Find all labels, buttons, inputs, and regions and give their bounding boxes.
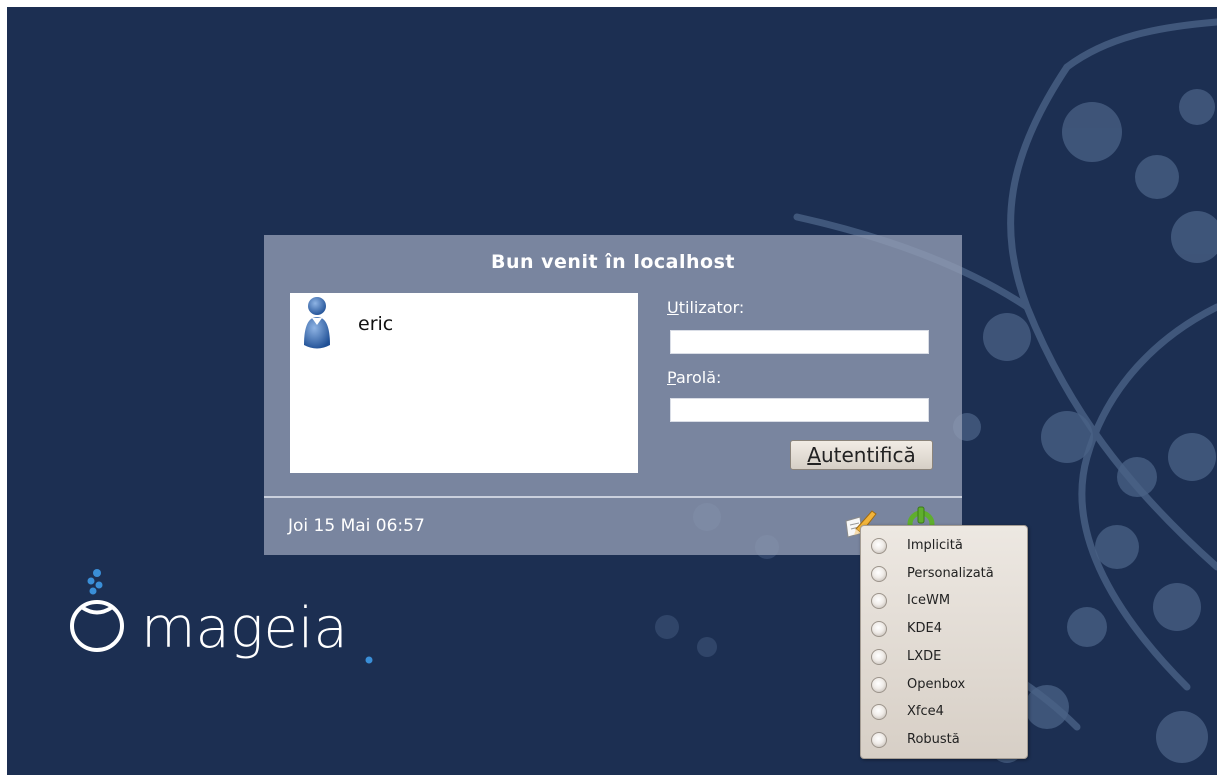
user-name: eric (358, 313, 394, 335)
radio-icon (871, 593, 887, 609)
radio-icon (871, 732, 887, 748)
username-input[interactable] (670, 330, 929, 354)
login-button[interactable]: Autentifică (790, 440, 933, 470)
radio-icon (871, 566, 887, 582)
session-option-openbox[interactable]: Openbox (869, 673, 1021, 697)
radio-icon (871, 677, 887, 693)
radio-icon (871, 704, 887, 720)
user-item-eric[interactable]: eric (300, 295, 620, 351)
password-label: Parolă: (667, 368, 722, 387)
logo-text: mageia (141, 596, 348, 661)
radio-icon (871, 538, 887, 554)
username-label: Utilizator: (667, 298, 745, 317)
user-list[interactable]: eric (290, 293, 638, 473)
session-option-kde4[interactable]: KDE4 (869, 617, 1021, 641)
panel-divider (264, 496, 962, 498)
greeting-title: Bun venit în localhost (491, 251, 735, 273)
session-option-implicita[interactable]: Implicită (869, 534, 1021, 558)
radio-icon (871, 649, 887, 665)
mageia-logo: mageia (70, 569, 373, 664)
session-option-robusta[interactable]: Robustă (869, 728, 1021, 752)
desktop-background: mageia Bun venit în localhost eric Utili… (7, 7, 1217, 775)
clock-text: Joi 15 Mai 06:57 (288, 516, 425, 536)
radio-icon (871, 621, 887, 637)
password-input[interactable] (670, 398, 929, 422)
session-option-xfce4[interactable]: Xfce4 (869, 700, 1021, 724)
login-panel: Bun venit în localhost eric Utilizator: … (264, 235, 962, 555)
user-avatar-icon (304, 297, 330, 349)
session-option-lxde[interactable]: LXDE (869, 645, 1021, 669)
session-menu: Implicită Personalizată IceWM KDE4 LXDE … (860, 525, 1028, 759)
session-option-icewm[interactable]: IceWM (869, 589, 1021, 613)
session-option-personalizata[interactable]: Personalizată (869, 562, 1021, 586)
